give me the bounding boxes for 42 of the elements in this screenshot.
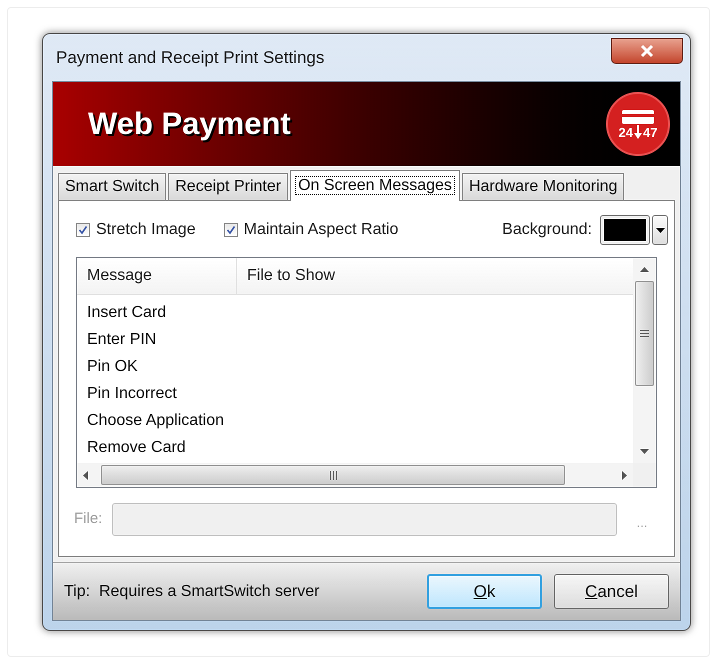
- logo-text: 24: [618, 126, 633, 138]
- close-icon: [639, 44, 655, 58]
- list-item[interactable]: Choose Application: [77, 407, 633, 434]
- dialog-button[interactable]: Cancel: [554, 574, 669, 609]
- tab[interactable]: Smart Switch: [58, 173, 166, 200]
- grip-icon: [640, 330, 649, 337]
- column-header[interactable]: Message: [77, 258, 237, 294]
- scrollbar-thumb[interactable]: [635, 281, 654, 386]
- grip-icon: [330, 470, 336, 480]
- tab[interactable]: Receipt Printer: [168, 173, 288, 200]
- scroll-right-icon: [622, 470, 627, 480]
- scrollbar-corner: [633, 463, 656, 487]
- scroll-left-icon: [83, 470, 88, 480]
- logo-text: 47: [643, 126, 658, 138]
- scroll-down-icon: [640, 449, 649, 454]
- list-item[interactable]: Pin OK: [77, 353, 633, 380]
- caret-icon: [656, 228, 664, 232]
- checkbox-label: Stretch Image: [96, 220, 196, 240]
- horizontal-scrollbar[interactable]: [77, 463, 633, 487]
- list-item[interactable]: Enter PIN: [77, 326, 633, 353]
- list-item[interactable]: Remove Card: [77, 434, 633, 461]
- dialog-button[interactable]: Ok: [427, 574, 542, 609]
- window-title: Payment and Receipt Print Settings: [55, 46, 324, 69]
- background-label: Background:: [502, 220, 592, 240]
- card-icon: [621, 109, 655, 125]
- vertical-scrollbar[interactable]: [633, 258, 656, 463]
- checkbox-label: Maintain Aspect Ratio: [244, 220, 398, 240]
- down-arrow-icon: [634, 125, 642, 139]
- tab[interactable]: Hardware Monitoring: [462, 173, 624, 200]
- checkbox[interactable]: [224, 223, 238, 237]
- column-header[interactable]: File to Show: [237, 258, 633, 294]
- scroll-up-icon: [640, 267, 649, 272]
- tip-text: Tip: Requires a SmartSwitch server: [64, 582, 320, 602]
- file-label: File:: [74, 508, 102, 529]
- checkbox[interactable]: [76, 223, 90, 237]
- tab[interactable]: On Screen Messages: [290, 170, 460, 201]
- banner-title: Web Payment: [88, 104, 291, 143]
- color-dropdown[interactable]: [652, 215, 668, 245]
- list-item[interactable]: Insert Card: [77, 299, 633, 326]
- scrollbar-thumb[interactable]: [101, 465, 565, 485]
- list-item[interactable]: Pin Incorrect: [77, 380, 633, 407]
- close-button[interactable]: [611, 38, 683, 64]
